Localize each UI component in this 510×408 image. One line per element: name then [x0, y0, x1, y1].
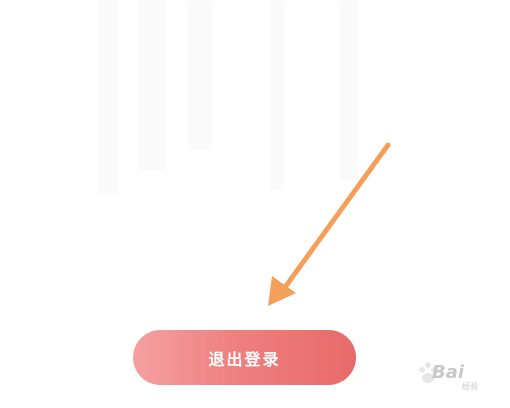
background-content-column: [98, 0, 118, 195]
watermark-subtext: 经验: [462, 382, 478, 391]
background-content-column: [270, 0, 284, 190]
watermark-brand: Bai: [432, 362, 465, 383]
logout-button-label: 退出登录: [208, 349, 281, 369]
background-content-column: [188, 0, 212, 150]
background-content-column: [340, 0, 358, 180]
background-content-column: [138, 0, 166, 170]
logout-button[interactable]: 退出登录: [133, 330, 356, 385]
settings-screen: 退出登录 Bai 经验: [0, 0, 510, 408]
